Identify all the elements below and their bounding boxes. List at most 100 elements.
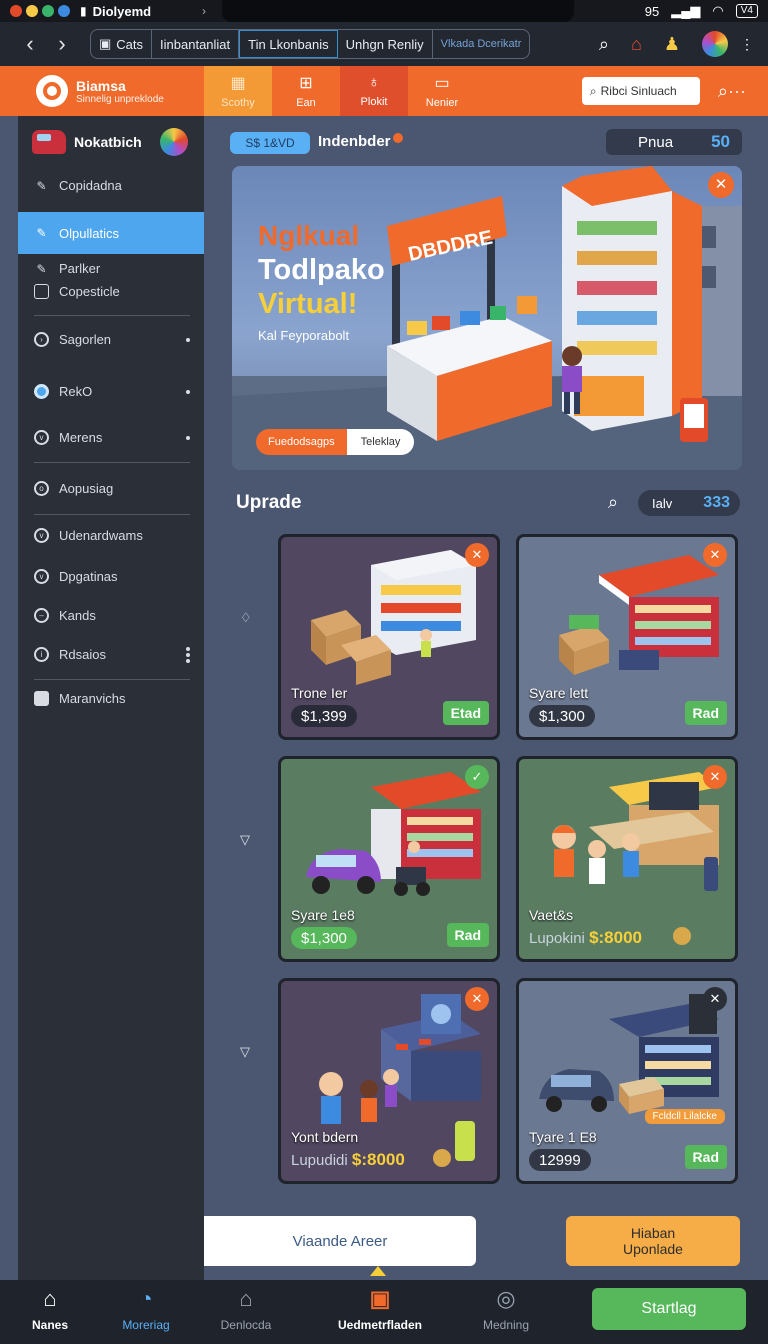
upgrade-card[interactable]: ✓ Syare 1e8 $1,300 Rad [278,756,500,962]
sidebar-item-label: Sagorlen [59,332,112,347]
grid-icon: ▦ [230,75,246,92]
tab-3[interactable]: Tin Lkonbanis [239,30,338,58]
tab-label: Cats [116,36,144,52]
bottom-nav-uedmetrfladen[interactable]: ▣ Uedmetrfladen [326,1286,434,1332]
close-icon[interactable]: ✕ [708,172,734,198]
sidebar-item-reko[interactable]: RekO [18,384,204,399]
upgrade-card[interactable]: ✕ Vaet&s Lupokini $:8000 [516,756,738,962]
bottom-nav-moreriag[interactable]: ◔ Moreriag [98,1286,194,1332]
tab-5[interactable]: Vlkada Dcerikatr [433,30,530,58]
header-nav-scothy[interactable]: ▦ Scothy [204,66,272,116]
more-icon[interactable]: ⋮ [740,36,754,53]
sidebar-item-label: Copesticle [59,284,120,299]
card-action-button[interactable]: Etad [442,701,489,725]
header-nav-plokit[interactable]: ♁ Plokit [340,66,408,116]
app-icon: ▮ [80,4,87,18]
segment-option-2[interactable]: Teleklay [346,429,415,455]
currency-pill[interactable]: S$ 1&VD [230,132,310,154]
battery-icon: V4 [735,4,758,18]
window-controls[interactable] [10,5,70,17]
sidebar-item-parlker[interactable]: ✎ Parlker [18,261,204,276]
bus-icon: ▭ [434,75,450,92]
sidebar-item-label: Merens [59,430,103,445]
shop-illustration [552,772,719,891]
close-icon[interactable]: ✕ [703,987,727,1011]
forward-icon[interactable]: › [46,31,78,57]
people-icon[interactable]: ♟ [664,34,680,55]
sidebar-item-udenardwams[interactable]: v Udenardwams [18,528,204,543]
sidebar-item-merens[interactable]: v Merens [18,430,204,445]
divider [34,514,190,515]
tab-icon: ▣ [99,36,112,51]
circle-icon: o [34,481,49,496]
card-action-button[interactable]: Rad [684,1145,727,1169]
close-icon[interactable]: ✕ [703,543,727,567]
check-icon[interactable]: ✓ [465,765,489,789]
sidebar-user[interactable]: Nokatbich [18,116,204,168]
tab-4[interactable]: Unhgn Renliy [338,30,433,58]
upgrade-card[interactable]: ✕ Trone Ier $1,399 Etad [278,534,500,740]
bottom-nav-nanes[interactable]: ⌂ Nanes [2,1286,98,1332]
start-button[interactable]: Startlag [592,1288,746,1330]
circle-icon: › [34,332,49,347]
bottom-nav-denlocda[interactable]: ⌂ Denlocda [198,1286,294,1332]
brand-subtitle: Sinnelig unpreklode [76,93,164,105]
segment-option-1[interactable]: Fuedodsagps [256,429,347,455]
sidebar-item-olpullatics[interactable]: ✎ Olpullatics [18,212,204,254]
bottom-nav-label: Uedmetrfladen [337,1318,423,1332]
avatar[interactable] [160,128,188,156]
filter-box[interactable]: Ialv 333 [638,490,740,516]
search-icon[interactable]: ⌕ [599,34,609,55]
more-icon[interactable] [186,652,190,657]
tab-strip: ▣ Cats Iinbantanliat Tin Lkonbanis Unhgn … [90,29,531,59]
breadcrumb-label: Indenbder [318,133,391,150]
upgrade-card[interactable]: ✕ Yont bdern Lupudidi $:8000 [278,978,500,1184]
profile-avatar[interactable] [702,31,728,57]
search-options-icon[interactable]: ⌕⋯ [718,81,746,102]
header-nav-nenier[interactable]: ▭ Nenier [408,66,476,116]
extra-dot[interactable] [58,5,70,17]
viaande-button[interactable]: Viaande Areer [204,1216,476,1266]
card-action-button[interactable]: Rad [446,923,489,947]
zoom-dot[interactable] [42,5,54,17]
sidebar-item-copidadna[interactable]: ✎ Copidadna [18,178,204,193]
upgrade-card[interactable]: ✕ Fcldcll Lilalcke Tyare 1 E8 12999 Rad [516,978,738,1184]
tab-cats[interactable]: ▣ Cats [91,30,153,58]
sidebar-item-label: Copidadna [59,178,122,193]
card-action-button[interactable]: Rad [684,701,727,725]
header-search-input[interactable]: ⌕ Ribci Sinluach [581,77,700,105]
banner-title-2: Todlpako [258,254,385,286]
sidebar-item-kands[interactable]: – Kands [18,608,204,623]
sidebar-item-label: Aopusiag [59,481,114,496]
sidebar-item-maranvichs[interactable]: Maranvichs [18,691,204,706]
card-name: Vaet&s [529,907,574,923]
close-icon[interactable]: ✕ [703,765,727,789]
store-icon: ▣ [369,1286,391,1311]
bottom-nav: ⌂ Nanes ◔ Moreriag ⌂ Denlocda ▣ Uedmetrf… [0,1280,768,1344]
header-nav-label: Scothy [221,97,255,109]
chevron-right-icon[interactable]: › [202,4,206,18]
sidebar-item-copesticle[interactable]: Copesticle [18,284,204,299]
tab-2[interactable]: Iinbantanliat [152,30,240,58]
minimize-dot[interactable] [26,5,38,17]
bottom-nav-medning[interactable]: ◎ Medning [458,1286,554,1332]
header-nav-label: Ean [296,97,316,109]
sidebar-item-sagorlen[interactable]: › Sagorlen [18,332,204,347]
close-dot[interactable] [10,5,22,17]
sidebar-item-label: Maranvichs [59,691,126,706]
close-icon[interactable]: ✕ [465,987,489,1011]
upgrade-card[interactable]: ✕ Syare lett $1,300 Rad [516,534,738,740]
header-nav-ean[interactable]: ⊞ Ean [272,66,340,116]
sidebar-item-dpgatinas[interactable]: v Dpgatinas [18,569,204,584]
app-title: Diolyemd [92,3,152,19]
back-icon[interactable]: ‹ [14,31,46,57]
shop-icon[interactable]: ⌂ [631,34,642,55]
sidebar-item-rdsaios[interactable]: i Rdsaios [18,647,204,662]
search-icon[interactable]: ⌕ [608,492,618,513]
close-icon[interactable]: ✕ [465,543,489,567]
sidebar-item-aopusiag[interactable]: o Aopusiag [18,481,204,496]
upgrade-button[interactable]: Hiaban Uponlade [566,1216,740,1266]
upgrade-button-line1: Hiaban [630,1225,676,1241]
brand[interactable]: Biamsa Sinnelig unpreklode [0,66,204,116]
shop-illustration [306,772,481,896]
